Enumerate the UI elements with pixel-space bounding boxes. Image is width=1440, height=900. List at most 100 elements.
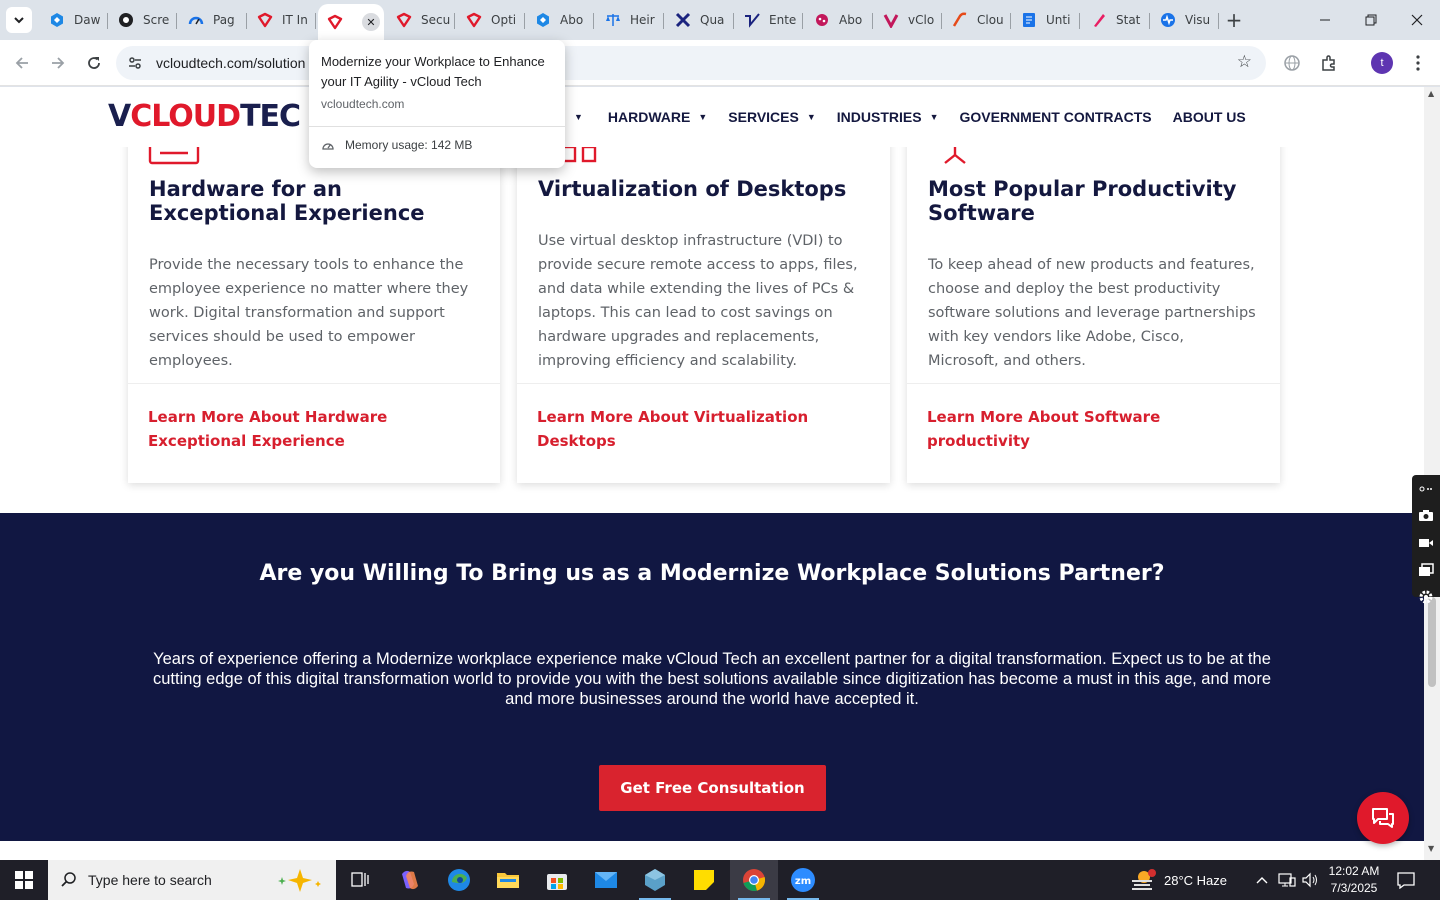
tab[interactable]: Daw <box>40 4 108 36</box>
tab-active[interactable]: ✕ <box>318 4 384 40</box>
nav-item[interactable]: HARDWARE ▼ <box>608 109 707 125</box>
card-learn-more-link[interactable]: Learn More About Hardware Exceptional Ex… <box>148 405 488 453</box>
tab-label: Secu <box>421 13 451 27</box>
nav-item[interactable]: SERVICES ▼ <box>728 109 815 125</box>
settings-gear-icon[interactable] <box>1412 583 1440 610</box>
file-explorer-app[interactable] <box>484 860 532 900</box>
vcloud-logo-icon <box>395 11 413 29</box>
tab[interactable]: Abo <box>526 4 594 36</box>
back-button[interactable] <box>7 48 37 78</box>
tab[interactable]: Secu <box>387 4 455 36</box>
mail-app[interactable] <box>582 860 630 900</box>
minimize-button[interactable] <box>1302 0 1348 40</box>
checkmark-icon <box>743 11 761 29</box>
profile-button[interactable]: t <box>1368 49 1396 77</box>
link-tool-icon[interactable] <box>1412 475 1440 502</box>
tab[interactable]: Abo <box>805 4 873 36</box>
tune-icon <box>129 57 141 69</box>
store-app[interactable] <box>533 860 581 900</box>
bookmark-star-icon[interactable]: ☆ <box>1237 52 1252 72</box>
tab[interactable]: Clou <box>943 4 1011 36</box>
edge-app[interactable] <box>435 860 483 900</box>
card-learn-more-link[interactable]: Learn More About Software productivity <box>927 405 1267 453</box>
page-scrollbar[interactable]: ▲ ▼ <box>1424 87 1440 860</box>
solution-card: Most Popular Productivity Software To kee… <box>907 127 1280 483</box>
copilot-app[interactable] <box>386 860 434 900</box>
address-bar[interactable]: vcloudtech.com/solution ☆ <box>116 46 1266 80</box>
start-button[interactable] <box>0 860 48 900</box>
restore-button[interactable] <box>1348 0 1394 40</box>
reload-button[interactable] <box>79 48 109 78</box>
chrome-icon <box>743 869 766 891</box>
new-tab-button[interactable]: + <box>1222 8 1246 32</box>
card-learn-more-link[interactable]: Learn More About Virtualization Desktops <box>537 405 877 453</box>
forward-button[interactable] <box>43 48 73 78</box>
tab[interactable]: Unti <box>1012 4 1080 36</box>
tab-separator <box>941 13 942 29</box>
tab[interactable]: Pag <box>179 4 247 36</box>
folder-icon <box>497 873 519 888</box>
cube-app[interactable] <box>631 860 679 900</box>
nav-item-label: HARDWARE <box>607 109 691 125</box>
task-view-button[interactable] <box>336 860 384 900</box>
tab-label: Abo <box>839 13 863 27</box>
site-header: VCLOUDTEC ▼ HARDWARE ▼ SERVICES ▼ INDUSTRIES ▼… <box>0 87 1424 147</box>
translate-button[interactable] <box>1278 49 1306 77</box>
tab[interactable]: IT In <box>248 4 316 36</box>
tab-search-button[interactable] <box>6 7 32 33</box>
url-text[interactable]: vcloudtech.com/solution <box>156 55 305 71</box>
nav-item[interactable]: GOVERNMENT CONTRACTS <box>959 109 1151 125</box>
weather-widget[interactable]: 28°C Haze <box>1130 860 1227 900</box>
tab[interactable]: Opti <box>457 4 525 36</box>
search-icon <box>61 872 76 887</box>
tab-separator <box>315 13 316 29</box>
volume-button[interactable] <box>1301 860 1319 900</box>
site-info-button[interactable] <box>120 48 150 78</box>
capture-tools-strip <box>1412 475 1440 603</box>
browser-menu-button[interactable] <box>1404 49 1432 77</box>
nav-item[interactable]: ABOUT US <box>1173 109 1246 125</box>
nav-item[interactable]: INDUSTRIES ▼ <box>837 109 939 125</box>
tab-label: Heir <box>630 13 655 27</box>
tab[interactable]: Qua <box>666 4 734 36</box>
camera-icon[interactable] <box>1412 502 1440 529</box>
site-logo[interactable]: VCLOUDTEC <box>108 99 301 134</box>
window-capture-icon[interactable] <box>1412 556 1440 583</box>
get-free-consultation-button[interactable]: Get Free Consultation <box>599 765 826 811</box>
tab-close-icon[interactable]: ✕ <box>362 13 380 31</box>
tab[interactable]: Visu <box>1151 4 1219 36</box>
video-camera-icon[interactable] <box>1412 529 1440 556</box>
caret-down-icon: ▼ <box>806 112 816 122</box>
tab-label: Stat <box>1116 13 1141 27</box>
tab[interactable]: vClo <box>874 4 942 36</box>
network-button[interactable] <box>1278 860 1296 900</box>
scroll-up-icon[interactable]: ▲ <box>1428 89 1434 98</box>
hexagon-icon <box>48 11 66 29</box>
tab[interactable]: Stat <box>1082 4 1150 36</box>
notifications-button[interactable] <box>1396 860 1416 900</box>
restore-icon <box>1365 14 1377 26</box>
close-window-button[interactable] <box>1394 0 1440 40</box>
more-vert-icon <box>1416 55 1420 71</box>
caret-down-icon: ▼ <box>929 112 939 122</box>
zoom-app[interactable]: zm <box>779 860 827 900</box>
tab[interactable]: Heir <box>596 4 664 36</box>
tab-separator <box>524 13 525 29</box>
svg-text:zm: zm <box>795 876 811 887</box>
weather-haze-icon <box>1132 869 1156 890</box>
tab[interactable]: Ente <box>735 4 803 36</box>
scroll-down-icon[interactable]: ▼ <box>1428 844 1434 853</box>
chrome-app[interactable] <box>730 860 778 900</box>
card-body: Provide the necessary tools to enhance t… <box>149 257 469 369</box>
tab[interactable]: Scre <box>109 4 177 36</box>
minimize-icon <box>1320 19 1330 21</box>
tray-overflow-button[interactable] <box>1255 860 1269 900</box>
zoom-icon: zm <box>791 868 815 892</box>
scroll-thumb[interactable] <box>1428 597 1436 687</box>
extensions-button[interactable] <box>1315 49 1343 77</box>
taskbar-clock[interactable]: 12:02 AM 7/3/2025 <box>1322 863 1386 897</box>
taskbar-search[interactable]: Type here to search <box>48 860 336 900</box>
nav-item[interactable]: ▼ <box>566 112 583 122</box>
sticky-notes-app[interactable] <box>680 860 728 900</box>
chat-widget-button[interactable] <box>1357 792 1409 844</box>
